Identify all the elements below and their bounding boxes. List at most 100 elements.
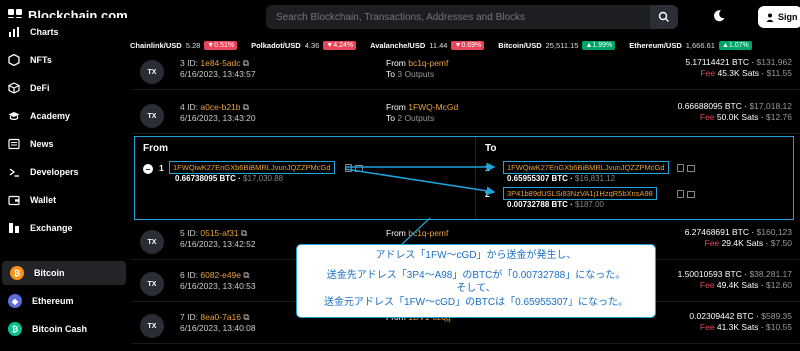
from-address-link[interactable]: 1FWQ-McGd xyxy=(408,102,458,112)
newspaper-icon xyxy=(8,138,20,150)
output-address-link[interactable]: 1FWQiwK27EnGXb6BiBMRLJvunJQZZPMcGd xyxy=(503,161,669,174)
from-address-link[interactable]: bc1q-pemf xyxy=(408,228,448,238)
tx-fee: Fee 29.4K Sats · $7.50 xyxy=(704,238,792,248)
table-icon[interactable] xyxy=(687,191,695,198)
ticker-item[interactable]: Ethereum/USD 1,666.61 ▲1.07% xyxy=(629,40,752,50)
sidebar-item-exchange[interactable]: Exchange xyxy=(0,216,128,240)
output-amount: 0.65955307 BTC · $16,831.12 xyxy=(507,174,616,183)
copy-icon[interactable]: ⧉ xyxy=(243,102,249,112)
ticker-item[interactable]: Avalanche/USD 11.44 ▼0.69% xyxy=(370,40,485,50)
tx-fee: Fee 41.3K Sats · $10.55 xyxy=(699,322,792,332)
ticker-name: Bitcoin/USD xyxy=(498,40,542,50)
moon-icon[interactable] xyxy=(712,9,726,23)
sidebar-item-bitcoin[interactable]: ₿ Bitcoin xyxy=(2,261,126,285)
sidebar-item-label: DeFi xyxy=(30,83,50,93)
exchange-icon xyxy=(8,222,20,234)
callout-line: アドレス「1FW～cGD」から送金が発生し、 xyxy=(375,250,577,261)
tx-id: 6 ID: 6082-e49e ⧉ xyxy=(180,270,250,280)
transaction-detail-panel: From To − 1 1FWQiwK27EnGXb6BiBMRLJvunJQZ… xyxy=(134,136,794,220)
collapse-icon[interactable]: − xyxy=(143,164,153,174)
sidebar-item-news[interactable]: News xyxy=(0,132,128,156)
copy-icon[interactable]: ⧉ xyxy=(241,228,247,238)
output-address-link[interactable]: 3P41b89dUSLSi83NzVA1j1HzqR5bXnsA98 xyxy=(503,187,657,200)
copy-icon[interactable] xyxy=(345,164,352,172)
table-row[interactable]: TX 3 ID: 1e84-5adc ⧉ 6/16/2023, 13:43:57… xyxy=(132,52,800,90)
ticker-price: 5.28 xyxy=(185,40,201,50)
copy-icon[interactable] xyxy=(677,164,684,172)
sidebar-item-academy[interactable]: Academy xyxy=(0,104,128,128)
copy-icon[interactable]: ⧉ xyxy=(243,58,249,68)
output-index: 2 xyxy=(485,189,490,199)
search-input[interactable] xyxy=(266,11,650,23)
tx-date: 6/16/2023, 13:42:52 xyxy=(180,239,256,249)
sidebar-item-defi[interactable]: DeFi xyxy=(0,76,128,100)
tx-fee: Fee 45.3K Sats · $11.55 xyxy=(700,68,792,78)
to-header: To xyxy=(485,143,497,154)
ticker-change: ▼0.51% xyxy=(204,40,238,50)
user-icon xyxy=(766,13,774,22)
search-button[interactable] xyxy=(650,5,678,29)
sidebar-item-charts[interactable]: Charts xyxy=(0,20,128,44)
sidebar-item-label: Ethereum xyxy=(32,296,74,306)
tx-id: 5 ID: 0515-af31 ⧉ xyxy=(180,228,248,238)
ticker-change: ▼0.69% xyxy=(451,40,485,50)
sidebar-item-wallet[interactable]: Wallet xyxy=(0,188,128,212)
tx-from: From 1FWQ-McGd xyxy=(386,102,459,112)
ticker-price: 4.36 xyxy=(304,40,320,50)
tx-date: 6/16/2023, 13:40:53 xyxy=(180,281,256,291)
from-header: From xyxy=(143,143,168,154)
table-icon[interactable] xyxy=(687,165,695,172)
tx-hash-link[interactable]: a0ce-b21b xyxy=(200,102,240,112)
search-bar xyxy=(266,5,678,29)
bitcoin-icon: ₿ xyxy=(10,266,24,280)
sidebar-item-label: News xyxy=(30,139,54,149)
tx-hash-link[interactable]: 8ea0-7a16 xyxy=(200,312,241,322)
ethereum-icon: ◆ xyxy=(8,294,22,308)
sidebar-item-ethereum[interactable]: ◆ Ethereum xyxy=(0,289,128,313)
price-ticker: Chainlink/USD 5.28 ▼0.51% Polkadot/USD 4.36… xyxy=(130,38,800,52)
tx-date: 6/16/2023, 13:43:57 xyxy=(180,69,256,79)
ticker-item[interactable]: Bitcoin/USD 25,511.15 ▲1.99% xyxy=(498,40,616,50)
ticker-name: Avalanche/USD xyxy=(370,40,426,50)
sidebar-item-bitcoin-cash[interactable]: ₿ Bitcoin Cash xyxy=(0,317,128,341)
sign-in-button[interactable]: Sign xyxy=(758,6,800,28)
callout-line: 送金元アドレス「1FW～cGD」のBTCは「0.65955307」になった。 xyxy=(324,296,628,308)
tx-hash-link[interactable]: 0515-af31 xyxy=(200,228,238,238)
from-address-link[interactable]: bc1q-pemf xyxy=(408,58,448,68)
bitcoin-cash-icon: ₿ xyxy=(8,322,22,336)
tx-hash-link[interactable]: 6082-e49e xyxy=(200,270,241,280)
tx-date: 6/16/2023, 13:40:08 xyxy=(180,323,256,333)
sidebar-item-label: Developers xyxy=(30,167,79,177)
graduation-cap-icon xyxy=(8,110,20,122)
hexagon-icon xyxy=(8,54,20,66)
output-amount: 0.00732788 BTC · $187.00 xyxy=(507,200,604,209)
ticker-item[interactable]: Chainlink/USD 5.28 ▼0.51% xyxy=(130,40,238,50)
sign-in-label: Sign xyxy=(778,12,798,22)
tx-amount: 1.50010593 BTC · $38,281.17 xyxy=(677,269,792,279)
tx-from: From bc1q-pemf xyxy=(386,58,449,68)
tx-fee: Fee 49.4K Sats · $12.60 xyxy=(699,280,792,290)
chart-icon xyxy=(8,26,20,38)
tx-id: 3 ID: 1e84-5adc ⧉ xyxy=(180,58,249,68)
input-address-link[interactable]: 1FWQiwK27EnGXb6BiBMRLJvunJQZZPMcGd xyxy=(169,161,335,174)
sidebar-item-label: Charts xyxy=(30,27,59,37)
copy-icon[interactable] xyxy=(677,190,684,198)
ticker-change: ▼4.24% xyxy=(323,40,357,50)
ticker-item[interactable]: Polkadot/USD 4.36 ▼4.24% xyxy=(251,40,357,50)
sidebar-item-label: Bitcoin xyxy=(34,268,65,278)
sidebar-item-nfts[interactable]: NFTs xyxy=(0,48,128,72)
sidebar-item-label: NFTs xyxy=(30,55,52,65)
table-row[interactable]: TX 4 ID: a0ce-b21b ⧉ 6/16/2023, 13:43:20… xyxy=(132,96,800,134)
ticker-name: Polkadot/USD xyxy=(251,40,301,50)
tx-hash-link[interactable]: 1e84-5adc xyxy=(200,58,240,68)
sidebar-item-developers[interactable]: Developers xyxy=(0,160,128,184)
copy-icon[interactable]: ⧉ xyxy=(243,270,249,280)
sidebar-item-label: Bitcoin Cash xyxy=(32,324,88,334)
divider xyxy=(475,137,476,219)
tx-amount: 6.27468691 BTC · $160,123 xyxy=(684,227,792,237)
sidebar-item-label: Academy xyxy=(30,111,71,121)
output-index: 1 xyxy=(485,163,490,173)
callout-line: そして、 xyxy=(456,283,496,294)
copy-icon[interactable]: ⧉ xyxy=(243,312,249,322)
table-icon[interactable] xyxy=(355,165,363,172)
